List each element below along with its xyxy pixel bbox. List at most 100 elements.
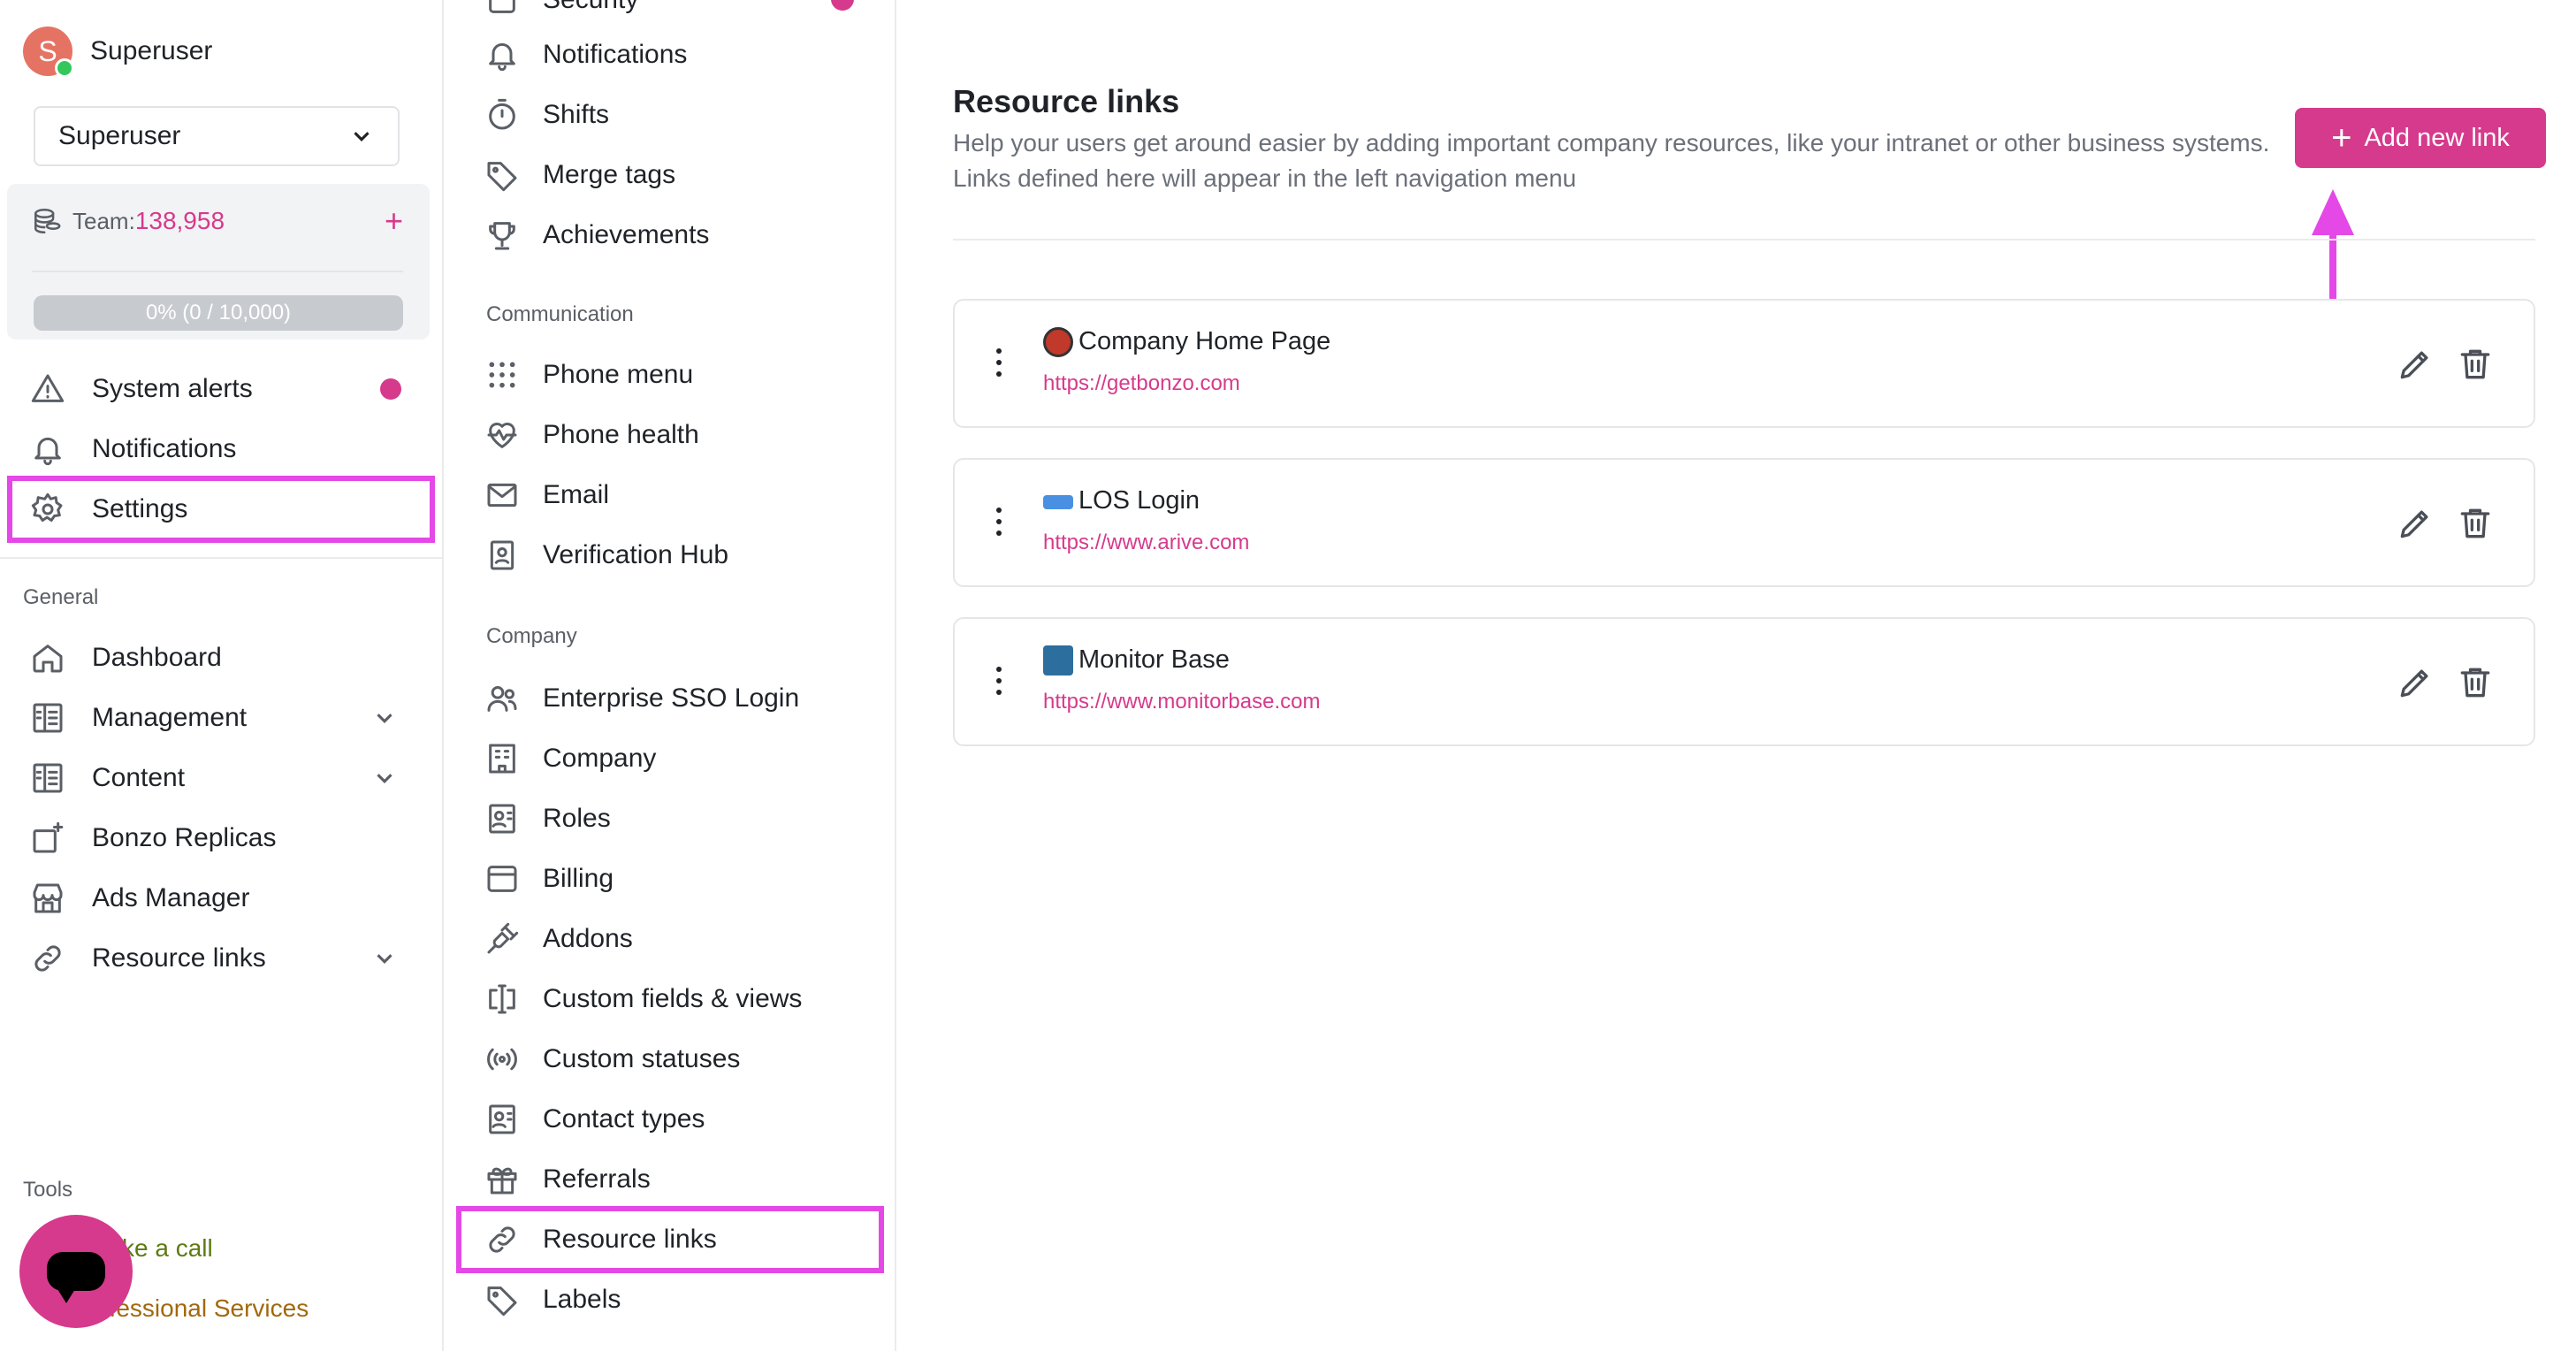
section-label-tools: Tools [23, 1178, 73, 1202]
mail-icon [484, 477, 520, 513]
settings-item-shifts[interactable]: Shifts [484, 88, 609, 141]
page-description: Help your users get around easier by add… [953, 129, 2270, 192]
link-url[interactable]: https://www.monitorbase.com [1043, 690, 1320, 714]
chat-widget-button[interactable] [19, 1215, 133, 1328]
settings-item-custom-fields[interactable]: Custom fields & views [484, 973, 802, 1026]
trash-icon[interactable] [2456, 504, 2495, 543]
trash-icon[interactable] [2456, 345, 2495, 384]
account-select-value: Superuser [58, 121, 181, 150]
link-url[interactable]: https://getbonzo.com [1043, 371, 1240, 396]
edit-pencil-icon[interactable] [2396, 504, 2435, 543]
settings-item-label: Enterprise SSO Login [543, 683, 800, 713]
settings-item-label: Achievements [543, 220, 710, 249]
settings-item-addons[interactable]: Addons [484, 912, 633, 966]
settings-highlight-box [7, 476, 435, 543]
trophy-icon [484, 218, 520, 253]
sidebar-item-label: Notifications [92, 434, 237, 463]
sidebar-item-label: Management [92, 703, 248, 732]
settings-item-contact-types[interactable]: Contact types [484, 1093, 705, 1146]
settings-item-merge-tags[interactable]: Merge tags [484, 149, 675, 202]
chevron-down-icon[interactable] [371, 705, 398, 731]
plug-icon [484, 921, 520, 957]
page-title: Resource links [953, 83, 1180, 119]
link-url[interactable]: https://www.arive.com [1043, 530, 1249, 555]
settings-item-label: Labels [543, 1285, 621, 1314]
billing-icon [484, 861, 520, 897]
settings-item-label: Custom statuses [543, 1044, 741, 1073]
gift-icon [484, 1162, 520, 1197]
chevron-down-icon [348, 123, 375, 149]
sidebar-item-label: System alerts [92, 374, 253, 403]
shield-icon [484, 0, 520, 18]
user-profile[interactable]: S Superuser [23, 25, 212, 78]
settings-item-billing[interactable]: Billing [484, 852, 614, 905]
settings-item-labels[interactable]: Labels [484, 1273, 621, 1326]
settings-item-label: Contact types [543, 1104, 705, 1133]
tool-professional-services[interactable]: ofessional Services [95, 1294, 309, 1323]
drag-handle-icon[interactable] [994, 667, 1004, 702]
settings-item-phone-health[interactable]: Phone health [484, 408, 699, 462]
sidebar-item-bonzo-replicas[interactable]: Bonzo Replicas [30, 812, 276, 865]
online-status-dot [55, 58, 74, 78]
management-icon [30, 700, 65, 736]
sidebar-item-notifications[interactable]: Notifications [30, 423, 236, 476]
add-credits-button[interactable]: + [385, 205, 403, 237]
settings-item-achievements[interactable]: Achievements [484, 209, 709, 262]
coins-icon [32, 206, 62, 236]
edit-pencil-icon[interactable] [2396, 663, 2435, 702]
chevron-down-icon[interactable] [371, 765, 398, 791]
settings-item-security[interactable]: Security [484, 0, 638, 27]
sidebar-item-system-alerts[interactable]: System alerts [30, 363, 401, 416]
settings-item-label: Billing [543, 864, 614, 893]
content-icon [30, 760, 65, 796]
settings-item-label: Phone menu [543, 360, 694, 389]
bell-icon [484, 37, 520, 73]
store-icon [30, 881, 65, 916]
trash-icon[interactable] [2456, 663, 2495, 702]
sidebar-item-label: Ads Manager [92, 883, 250, 912]
add-new-link-button[interactable]: + Add new link [2295, 108, 2546, 168]
account-select[interactable]: Superuser [34, 106, 400, 166]
sidebar-item-ads-manager[interactable]: Ads Manager [30, 872, 249, 925]
alert-indicator-dot [380, 378, 401, 400]
credits-progress-bar: 0% (0 / 10,000) [34, 295, 403, 331]
settings-item-phone-menu[interactable]: Phone menu [484, 348, 693, 401]
progress-text: 0% (0 / 10,000) [145, 301, 292, 324]
divider [0, 557, 442, 559]
sidebar-item-dashboard[interactable]: Dashboard [30, 631, 222, 684]
team-credit-value: 138,958 [134, 207, 225, 234]
sidebar-item-content[interactable]: Content [30, 752, 392, 805]
link-emoji-icon [1043, 645, 1073, 676]
team-label: Team: [72, 207, 135, 234]
settings-item-label: Company [543, 744, 657, 773]
sidebar-item-label: Dashboard [92, 643, 222, 672]
settings-item-label: Roles [543, 804, 611, 833]
section-label-communication: Communication [486, 302, 634, 326]
settings-item-roles[interactable]: Roles [484, 792, 611, 845]
settings-item-company[interactable]: Company [484, 732, 656, 785]
drag-handle-icon[interactable] [994, 508, 1004, 543]
avatar[interactable]: S [23, 27, 74, 78]
replicas-icon [30, 821, 65, 856]
chat-icon [47, 1252, 105, 1303]
settings-item-custom-statuses[interactable]: Custom statuses [484, 1033, 740, 1086]
section-label-company: Company [486, 624, 577, 648]
resource-links-highlight-box [456, 1206, 884, 1273]
roles-icon [484, 801, 520, 836]
settings-item-email[interactable]: Email [484, 469, 609, 522]
settings-item-enterprise-sso[interactable]: Enterprise SSO Login [484, 672, 799, 725]
sidebar-item-resource-links[interactable]: Resource links [30, 932, 392, 985]
tool-make-a-call[interactable]: ke a call [122, 1234, 213, 1263]
sidebar-item-management[interactable]: Management [30, 691, 392, 744]
settings-item-label: Verification Hub [543, 540, 729, 569]
settings-item-notifications[interactable]: Notifications [484, 28, 687, 81]
drag-handle-icon[interactable] [994, 348, 1004, 384]
settings-item-referrals[interactable]: Referrals [484, 1153, 651, 1206]
sidebar-item-label: Bonzo Replicas [92, 823, 277, 852]
link-title: Monitor Base [1078, 645, 1230, 674]
settings-item-verification-hub[interactable]: Verification Hub [484, 529, 728, 582]
edit-pencil-icon[interactable] [2396, 345, 2435, 384]
main-sidebar: S Superuser Superuser Team: 138,958 + 0%… [0, 0, 444, 1351]
chevron-down-icon[interactable] [371, 945, 398, 972]
section-label-general: General [23, 585, 99, 609]
